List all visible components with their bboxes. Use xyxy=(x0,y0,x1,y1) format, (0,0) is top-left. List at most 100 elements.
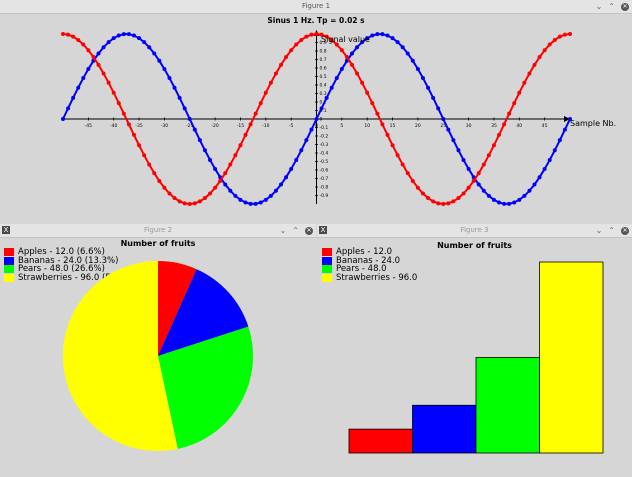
sin-data-point xyxy=(461,157,466,162)
cos-data-point xyxy=(309,32,314,37)
cos-data-point xyxy=(177,199,182,204)
cos-data-point xyxy=(466,185,471,190)
cos-data-point xyxy=(116,101,121,106)
sin-data-point xyxy=(334,76,339,81)
sin-data-point xyxy=(86,67,91,72)
cos-data-point xyxy=(512,101,517,106)
cos-data-point xyxy=(380,122,385,127)
cos-data-point xyxy=(106,80,111,85)
cos-data-point xyxy=(218,178,223,183)
cos-data-point xyxy=(66,32,71,37)
sin-data-point xyxy=(436,106,441,111)
x-tick-label: 35 xyxy=(491,123,497,129)
sin-data-point xyxy=(446,127,451,132)
cos-data-point xyxy=(522,80,527,85)
sin-data-point xyxy=(456,148,461,153)
cos-data-point xyxy=(365,90,370,95)
cos-data-point xyxy=(294,42,299,47)
x-tick-label: -5 xyxy=(289,123,294,129)
sin-data-point xyxy=(319,106,324,111)
cos-data-point xyxy=(481,162,486,167)
sin-data-point xyxy=(121,32,126,37)
y-tick-label: -0.8 xyxy=(320,185,329,191)
sin-data-point xyxy=(253,201,258,206)
sin-data-point xyxy=(116,33,121,38)
cos-data-point xyxy=(253,111,258,116)
cos-data-point xyxy=(415,185,420,190)
y-tick-label: -0.2 xyxy=(320,134,329,140)
sin-data-point xyxy=(304,138,309,143)
cos-data-point xyxy=(410,178,415,183)
sin-data-point xyxy=(142,40,147,45)
sine-chart: Sinus 1 Hz. Tp = 0.02 s -45 -40 -35 -30 -25-… xyxy=(61,16,616,206)
cos-data-point xyxy=(238,143,243,148)
window-title: Figure 1 xyxy=(301,2,331,10)
cos-data-point xyxy=(152,171,157,176)
x-tick-label: 5 xyxy=(340,123,343,129)
sin-data-point xyxy=(162,67,167,72)
cos-data-point xyxy=(289,48,294,53)
cos-data-point xyxy=(162,185,167,190)
cos-data-point xyxy=(223,171,228,176)
sin-data-point xyxy=(248,201,253,206)
sin-data-point xyxy=(426,85,431,90)
x-tick-label: -35 xyxy=(135,123,142,129)
sin-data-point xyxy=(466,166,471,171)
sin-data-point xyxy=(131,33,136,38)
sin-data-point xyxy=(294,157,299,162)
y-tick-label: 0.6 xyxy=(320,66,327,72)
x-tick-label: 40 xyxy=(516,123,522,129)
y-tick-label: -0.7 xyxy=(320,176,329,182)
sin-data-point xyxy=(486,193,491,198)
sin-data-point xyxy=(562,127,567,132)
cos-data-point xyxy=(456,196,461,201)
sin-data-point xyxy=(400,45,405,50)
cos-data-point xyxy=(375,111,380,116)
y-tick-label: -0.3 xyxy=(320,142,329,148)
sin-data-point xyxy=(152,51,157,56)
cos-data-point xyxy=(517,90,522,95)
cos-data-point xyxy=(355,71,360,76)
y-tick-label: 0.7 xyxy=(320,57,327,63)
sin-data-point xyxy=(532,182,537,187)
sin-data-point xyxy=(476,182,481,187)
sin-data-point xyxy=(223,182,228,187)
sin-data-point xyxy=(284,175,289,180)
cos-data-point xyxy=(471,178,476,183)
x-axis-label: Sample Nb. xyxy=(570,119,616,128)
sin-data-point xyxy=(309,127,314,132)
sin-data-point xyxy=(451,138,456,143)
cos-data-point xyxy=(76,37,81,42)
sin-data-point xyxy=(81,76,86,81)
sin-data-point xyxy=(273,188,278,193)
cos-data-point xyxy=(142,153,147,158)
sin-data-point xyxy=(106,40,111,45)
chevron-down-icon[interactable]: ⌄ xyxy=(596,0,603,13)
sin-data-point xyxy=(61,117,65,121)
sin-data-point xyxy=(522,193,527,198)
chevron-up-icon[interactable]: ⌃ xyxy=(608,0,615,13)
cos-data-point xyxy=(81,42,86,47)
sin-data-point xyxy=(279,182,284,187)
cos-data-point xyxy=(268,80,273,85)
cos-data-point xyxy=(172,196,177,201)
figure-1-titlebar[interactable]: Figure 1 ⌄ ⌃ ✕ xyxy=(0,0,632,14)
sin-data-point xyxy=(238,197,243,202)
cos-data-point xyxy=(405,171,410,176)
sin-data-point xyxy=(187,117,192,121)
cos-data-point xyxy=(273,71,278,76)
sin-data-point xyxy=(76,85,81,90)
cos-data-point xyxy=(202,196,207,201)
sin-data-point xyxy=(71,95,76,100)
y-tick-label: -0.9 xyxy=(320,193,329,199)
sin-data-point xyxy=(314,117,319,121)
sin-data-point xyxy=(182,106,187,111)
cos-data-point xyxy=(213,185,218,190)
close-icon[interactable]: ✕ xyxy=(621,2,629,11)
sin-data-point xyxy=(192,127,197,132)
sin-data-point xyxy=(349,51,354,56)
cos-data-point xyxy=(542,48,547,53)
x-tick-label: -45 xyxy=(85,123,92,129)
sin-data-point xyxy=(355,45,360,50)
sin-data-point xyxy=(537,175,542,180)
